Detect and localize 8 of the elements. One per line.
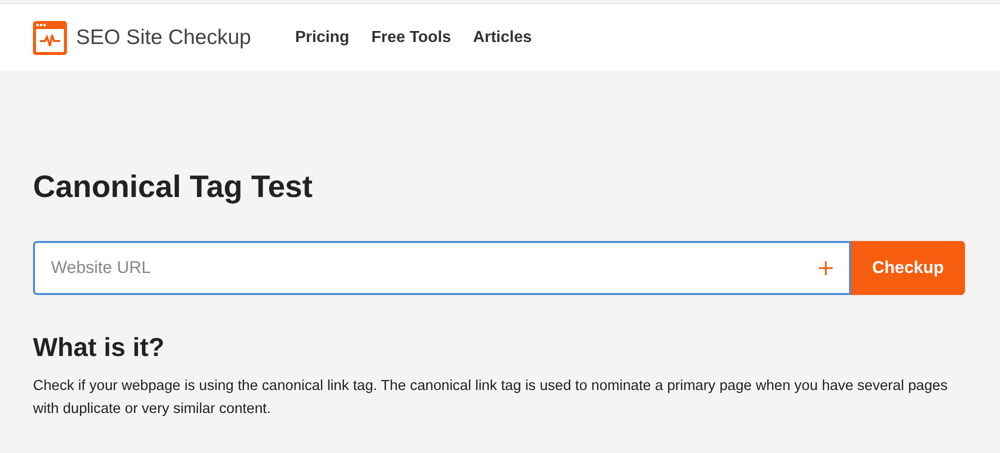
nav-link[interactable]: Articles <box>473 28 532 46</box>
description-text: Check if your webpage is using the canonical link tag. The canonical link tag is used to nominate a primary page when you have several pages with duplicate or very similar content. <box>33 377 949 419</box>
section-heading: What is it? <box>33 331 166 363</box>
nav-link[interactable]: Free Tools <box>371 28 452 46</box>
logo-icon <box>32 20 68 56</box>
nav-link[interactable]: Pricing <box>295 28 350 46</box>
page-title: Canonical Tag Test <box>33 168 314 206</box>
brand-name[interactable]: SEO Site Checkup <box>76 26 252 50</box>
